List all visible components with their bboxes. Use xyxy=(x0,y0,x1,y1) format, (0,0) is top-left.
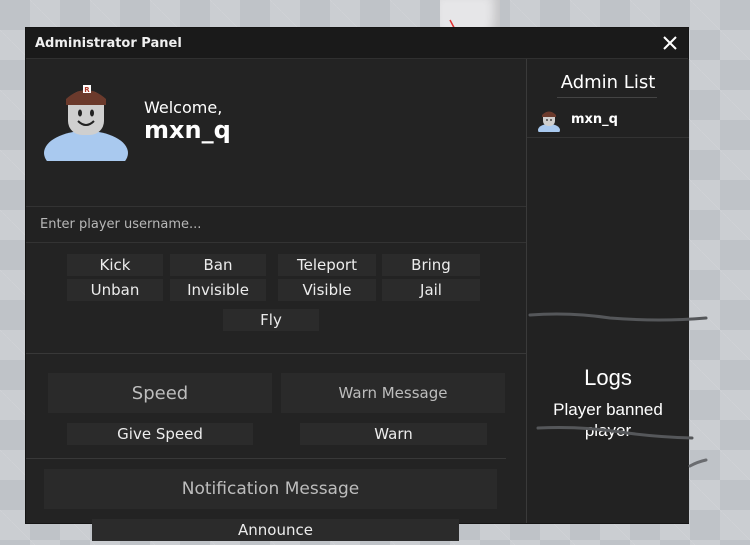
scribble-annotation xyxy=(528,312,708,468)
